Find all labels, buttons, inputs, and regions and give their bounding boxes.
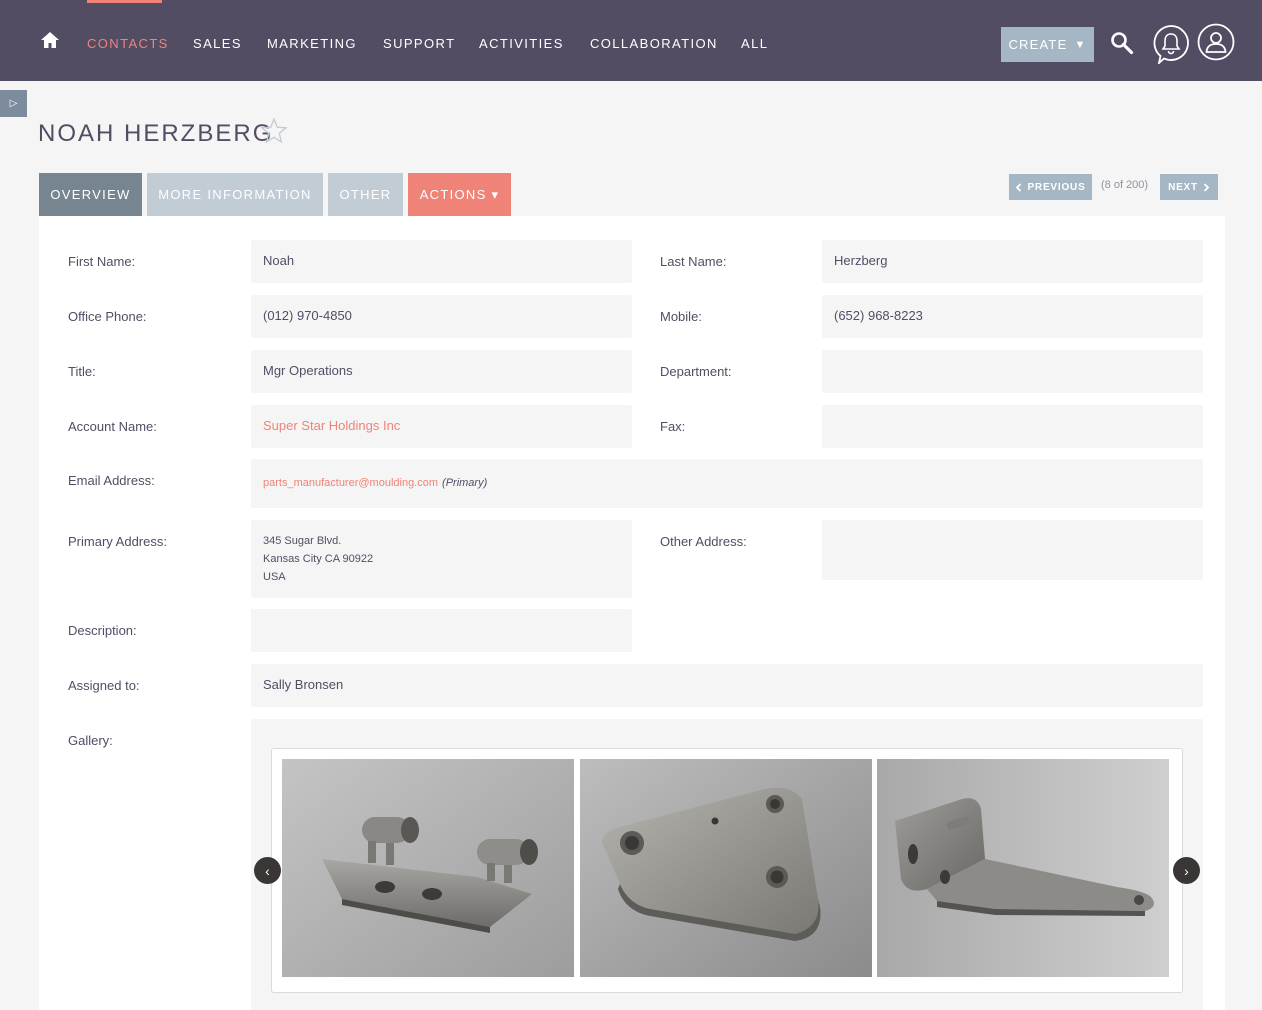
first-name-label: First Name: [68,254,136,269]
notification-bell-icon[interactable] [1152,24,1190,64]
next-record-button[interactable]: NEXT [1160,174,1218,200]
primary-address-label: Primary Address: [68,534,167,549]
mobile-label: Mobile: [660,309,702,324]
nav-collaboration[interactable]: COLLABORATION [590,36,718,51]
active-tab-indicator [87,0,162,3]
office-phone-value: (012) 970-4850 [263,308,352,323]
tab-other[interactable]: OTHER [328,173,403,216]
favorite-star-icon[interactable] [260,117,288,145]
chevron-down-icon: ▼ [1074,38,1087,51]
email-address-field: parts_manufacturer@moulding.com (Primary) [251,459,1203,508]
tab-more-information[interactable]: MORE INFORMATION [147,173,323,216]
nav-contacts[interactable]: CONTACTS [87,36,169,51]
create-button[interactable]: CREATE ▼ [1001,27,1094,62]
carousel-previous-button[interactable]: ‹ [254,857,281,884]
fax-field [822,405,1203,448]
first-name-field: Noah [251,240,632,283]
hinge-part-photo[interactable] [282,759,574,977]
address-city: Kansas City CA 90922 [263,553,374,565]
title-value: Mgr Operations [263,363,353,378]
account-name-label: Account Name: [68,419,157,434]
mobile-field: (652) 968-8223 [822,295,1203,338]
department-field [822,350,1203,393]
user-profile-icon[interactable] [1197,23,1235,61]
email-primary-tag: (Primary) [442,477,488,489]
nav-activities[interactable]: ACTIVITIES [479,36,564,51]
other-address-label: Other Address: [660,534,747,549]
tab-overview[interactable]: OVERVIEW [39,173,142,216]
nav-support[interactable]: SUPPORT [383,36,455,51]
bracket-photo[interactable] [877,759,1169,977]
search-icon[interactable] [1110,31,1134,55]
address-country: USA [263,571,286,583]
last-name-field: Herzberg [822,240,1203,283]
top-navigation-bar: CONTACTS SALES MARKETING SUPPORT ACTIVIT… [0,0,1262,81]
previous-label: PREVIOUS [1027,181,1086,193]
mobile-value: (652) 968-8223 [834,308,923,323]
chevron-right-icon [1203,182,1210,192]
last-name-value: Herzberg [834,253,888,268]
email-address-link[interactable]: parts_manufacturer@moulding.com [263,477,438,489]
next-label: NEXT [1168,181,1198,193]
nav-all[interactable]: ALL [741,36,768,51]
gallery-label: Gallery: [68,733,113,748]
office-phone-label: Office Phone: [68,309,147,324]
nav-marketing[interactable]: MARKETING [267,36,357,51]
assigned-to-field: Sally Bronsen [251,664,1203,707]
actions-dropdown-button[interactable]: ACTIONS ▾ [408,173,511,216]
email-address-label: Email Address: [68,473,155,488]
triangle-plate-photo[interactable] [580,759,872,977]
previous-record-button[interactable]: PREVIOUS [1009,174,1092,200]
create-label: CREATE [1008,37,1068,52]
assigned-to-label: Assigned to: [68,678,140,693]
title-field: Mgr Operations [251,350,632,393]
other-address-field [822,520,1203,580]
first-name-value: Noah [263,253,295,268]
home-icon[interactable] [40,31,60,49]
description-label: Description: [68,623,137,638]
nav-sales[interactable]: SALES [193,36,242,51]
address-street: 345 Sugar Blvd. [263,535,342,547]
description-field [251,609,632,652]
office-phone-field: (012) 970-4850 [251,295,632,338]
page-title: NOAH HERZBERG [38,120,274,147]
record-position: (8 of 200) [1101,179,1149,191]
primary-address-field: 345 Sugar Blvd. Kansas City CA 90922 USA [251,520,632,598]
title-label: Title: [68,364,96,379]
carousel-next-button[interactable]: › [1173,857,1200,884]
fax-label: Fax: [660,419,686,434]
chevron-left-icon [1016,182,1022,192]
last-name-label: Last Name: [660,254,727,269]
account-name-field: Super Star Holdings Inc [251,405,632,448]
account-name-link[interactable]: Super Star Holdings Inc [263,418,400,433]
assigned-to-value: Sally Bronsen [263,677,344,692]
department-label: Department: [660,364,732,379]
sidebar-toggle-button[interactable]: ▷ [0,90,27,117]
